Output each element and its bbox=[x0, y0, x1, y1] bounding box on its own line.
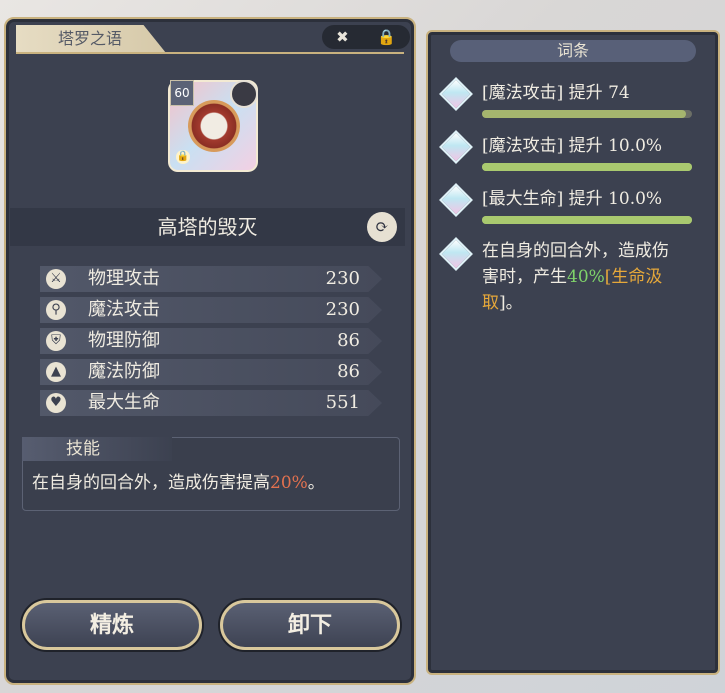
stat-row: ⚲ 魔法攻击 230 bbox=[40, 297, 382, 323]
stat-value: 230 bbox=[325, 268, 360, 289]
affixes-panel: 词条 [魔法攻击] 提升 74 [魔法攻击] 提升 10.0% [最大生命] 提… bbox=[426, 30, 720, 675]
item-name-row: 高塔的毁灭 ⟳ bbox=[10, 208, 405, 246]
stat-value: 86 bbox=[337, 330, 360, 351]
skill-highlight: 20% bbox=[270, 473, 308, 493]
skill-affix-line3: ]。 bbox=[499, 293, 523, 313]
skill-affix-percent: 40% bbox=[567, 267, 605, 287]
gem-icon bbox=[439, 237, 473, 271]
level-badge: 60 bbox=[170, 80, 194, 106]
skill-affix-line1: 在自身的回合外，造成伤 bbox=[482, 241, 669, 261]
title-divider bbox=[16, 52, 404, 54]
stat-row: ⛨ 物理防御 86 bbox=[40, 328, 382, 354]
affix-text: [最大生命] 提升 10.0% bbox=[482, 189, 663, 209]
lock-icon[interactable]: 🔒 bbox=[377, 28, 396, 46]
affixes-header: 词条 bbox=[450, 40, 696, 62]
skill-affix-line2: 害时，产生 bbox=[482, 267, 567, 287]
gem-icon bbox=[439, 77, 473, 111]
sword-icon: ⚔ bbox=[46, 269, 66, 289]
skill-text: 在自身的回合外，造成伤害提高 bbox=[32, 473, 270, 493]
affix-progress-bar bbox=[482, 110, 692, 118]
skill-text-end: 。 bbox=[307, 473, 325, 493]
affix-progress-bar bbox=[482, 163, 692, 171]
lock-icon: 🔒 bbox=[176, 150, 190, 164]
stat-row: ⚔ 物理攻击 230 bbox=[40, 266, 382, 292]
stat-value: 86 bbox=[337, 361, 360, 382]
stat-row: ♥ 最大生命 551 bbox=[40, 390, 382, 416]
stat-label: 物理防御 bbox=[88, 330, 160, 351]
panel-title: 塔罗之语 bbox=[16, 25, 166, 53]
skill-description: 在自身的回合外，造成伤害提高20%。 bbox=[32, 468, 325, 493]
skill-affix-text: 在自身的回合外，造成伤 害时，产生40%[生命汲 取]。 bbox=[482, 238, 698, 316]
tarot-scroll-icon bbox=[188, 100, 240, 152]
unequip-button[interactable]: 卸下 bbox=[220, 600, 400, 650]
stat-row: ▲ 魔法防御 86 bbox=[40, 359, 382, 385]
top-button-group: ✖ 🔒 bbox=[322, 25, 410, 49]
stat-label: 魔法防御 bbox=[88, 361, 160, 382]
stats-list: ⚔ 物理攻击 230 ⚲ 魔法攻击 230 ⛨ 物理防御 86 ▲ 魔法防御 8… bbox=[40, 266, 382, 421]
stat-label: 魔法攻击 bbox=[88, 299, 160, 320]
avatar bbox=[230, 80, 258, 108]
stat-label: 最大生命 bbox=[88, 392, 160, 413]
skill-title: 技能 bbox=[22, 437, 172, 461]
affix-progress-bar bbox=[482, 216, 692, 224]
affix-text: [魔法攻击] 提升 74 bbox=[482, 83, 630, 103]
wand-icon: ⚲ bbox=[46, 300, 66, 320]
skill-affix-effect: [生命汲 bbox=[604, 267, 663, 287]
affix-text: [魔法攻击] 提升 10.0% bbox=[482, 136, 663, 156]
stat-value: 230 bbox=[325, 299, 360, 320]
stat-value: 551 bbox=[325, 392, 360, 413]
heart-icon: ♥ bbox=[46, 393, 66, 413]
refine-button[interactable]: 精炼 bbox=[22, 600, 202, 650]
skill-affix-effect-end: 取 bbox=[482, 293, 499, 313]
close-circle-icon[interactable]: ✖ bbox=[336, 28, 349, 46]
stat-label: 物理攻击 bbox=[88, 268, 160, 289]
shield-icon: ⛨ bbox=[46, 331, 66, 351]
refresh-icon[interactable]: ⟳ bbox=[367, 212, 397, 242]
item-name: 高塔的毁灭 bbox=[157, 215, 258, 239]
gem-icon bbox=[439, 183, 473, 217]
gem-icon bbox=[439, 130, 473, 164]
wizard-hat-icon: ▲ bbox=[46, 362, 66, 382]
item-icon-frame: 🔒 60 bbox=[168, 80, 258, 172]
